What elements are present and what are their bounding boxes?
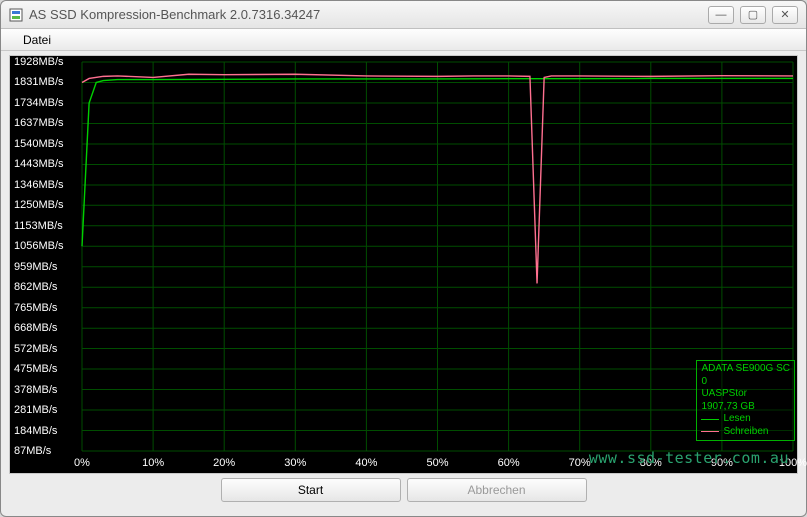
y-tick-label: 87MB/s xyxy=(14,445,51,457)
y-tick-label: 1443MB/s xyxy=(14,158,64,170)
legend-read-label: Lesen xyxy=(723,413,750,426)
close-button[interactable]: ✕ xyxy=(772,6,798,24)
y-tick-label: 1346MB/s xyxy=(14,179,64,191)
start-button[interactable]: Start xyxy=(221,478,401,502)
legend-driver: UASPStor xyxy=(701,388,790,401)
legend-write-swatch xyxy=(701,431,719,432)
x-tick-label: 60% xyxy=(498,457,520,469)
window-title: AS SSD Kompression-Benchmark 2.0.7316.34… xyxy=(29,7,708,22)
y-tick-label: 475MB/s xyxy=(14,363,57,375)
y-tick-label: 1928MB/s xyxy=(14,56,64,68)
x-tick-label: 40% xyxy=(355,457,377,469)
window-controls: — ▢ ✕ xyxy=(708,6,798,24)
y-tick-label: 1831MB/s xyxy=(14,76,64,88)
legend-device: ADATA SE900G SC xyxy=(701,363,790,376)
legend-device-line2: 0 xyxy=(701,376,790,389)
legend-read-row: Lesen xyxy=(701,413,790,426)
app-window: AS SSD Kompression-Benchmark 2.0.7316.34… xyxy=(0,0,807,517)
compression-chart: 87MB/s 184MB/s 281MB/s 378MB/s 475MB/s 572MB/… xyxy=(10,56,797,473)
x-tick-label: 20% xyxy=(213,457,235,469)
button-bar: Start Abbrechen xyxy=(1,478,806,508)
legend-write-label: Schreiben xyxy=(723,426,768,439)
y-tick-label: 378MB/s xyxy=(14,384,57,396)
legend-read-swatch xyxy=(701,419,719,420)
watermark: www.ssd-tester.com.au xyxy=(589,449,789,467)
y-tick-label: 1153MB/s xyxy=(14,220,63,232)
y-tick-label: 1056MB/s xyxy=(14,240,64,252)
y-tick-label: 1250MB/s xyxy=(14,199,64,211)
menubar: Datei xyxy=(1,29,806,51)
maximize-button[interactable]: ▢ xyxy=(740,6,766,24)
x-tick-label: 70% xyxy=(569,457,591,469)
minimize-button[interactable]: — xyxy=(708,6,734,24)
x-tick-label: 0% xyxy=(74,457,90,469)
cancel-button[interactable]: Abbrechen xyxy=(407,478,587,502)
y-tick-label: 862MB/s xyxy=(14,281,57,293)
legend-write-row: Schreiben xyxy=(701,426,790,439)
titlebar: AS SSD Kompression-Benchmark 2.0.7316.34… xyxy=(1,1,806,29)
y-tick-label: 572MB/s xyxy=(14,343,57,355)
x-tick-label: 10% xyxy=(142,457,164,469)
y-tick-label: 765MB/s xyxy=(14,302,57,314)
y-tick-label: 668MB/s xyxy=(14,322,57,334)
y-tick-label: 1734MB/s xyxy=(14,97,64,109)
x-tick-label: 30% xyxy=(284,457,306,469)
x-tick-label: 50% xyxy=(426,457,448,469)
app-icon xyxy=(9,8,23,22)
y-tick-label: 1540MB/s xyxy=(14,138,64,150)
legend: ADATA SE900G SC0UASPStor1907,73 GBLesenS… xyxy=(696,360,795,441)
legend-size: 1907,73 GB xyxy=(701,401,790,414)
chart-panel: 87MB/s 184MB/s 281MB/s 378MB/s 475MB/s 572MB/… xyxy=(9,55,798,474)
menu-file[interactable]: Datei xyxy=(15,31,59,49)
y-tick-label: 959MB/s xyxy=(14,261,57,273)
y-tick-label: 184MB/s xyxy=(14,425,57,437)
y-tick-label: 281MB/s xyxy=(14,404,57,416)
y-tick-label: 1637MB/s xyxy=(14,117,64,129)
